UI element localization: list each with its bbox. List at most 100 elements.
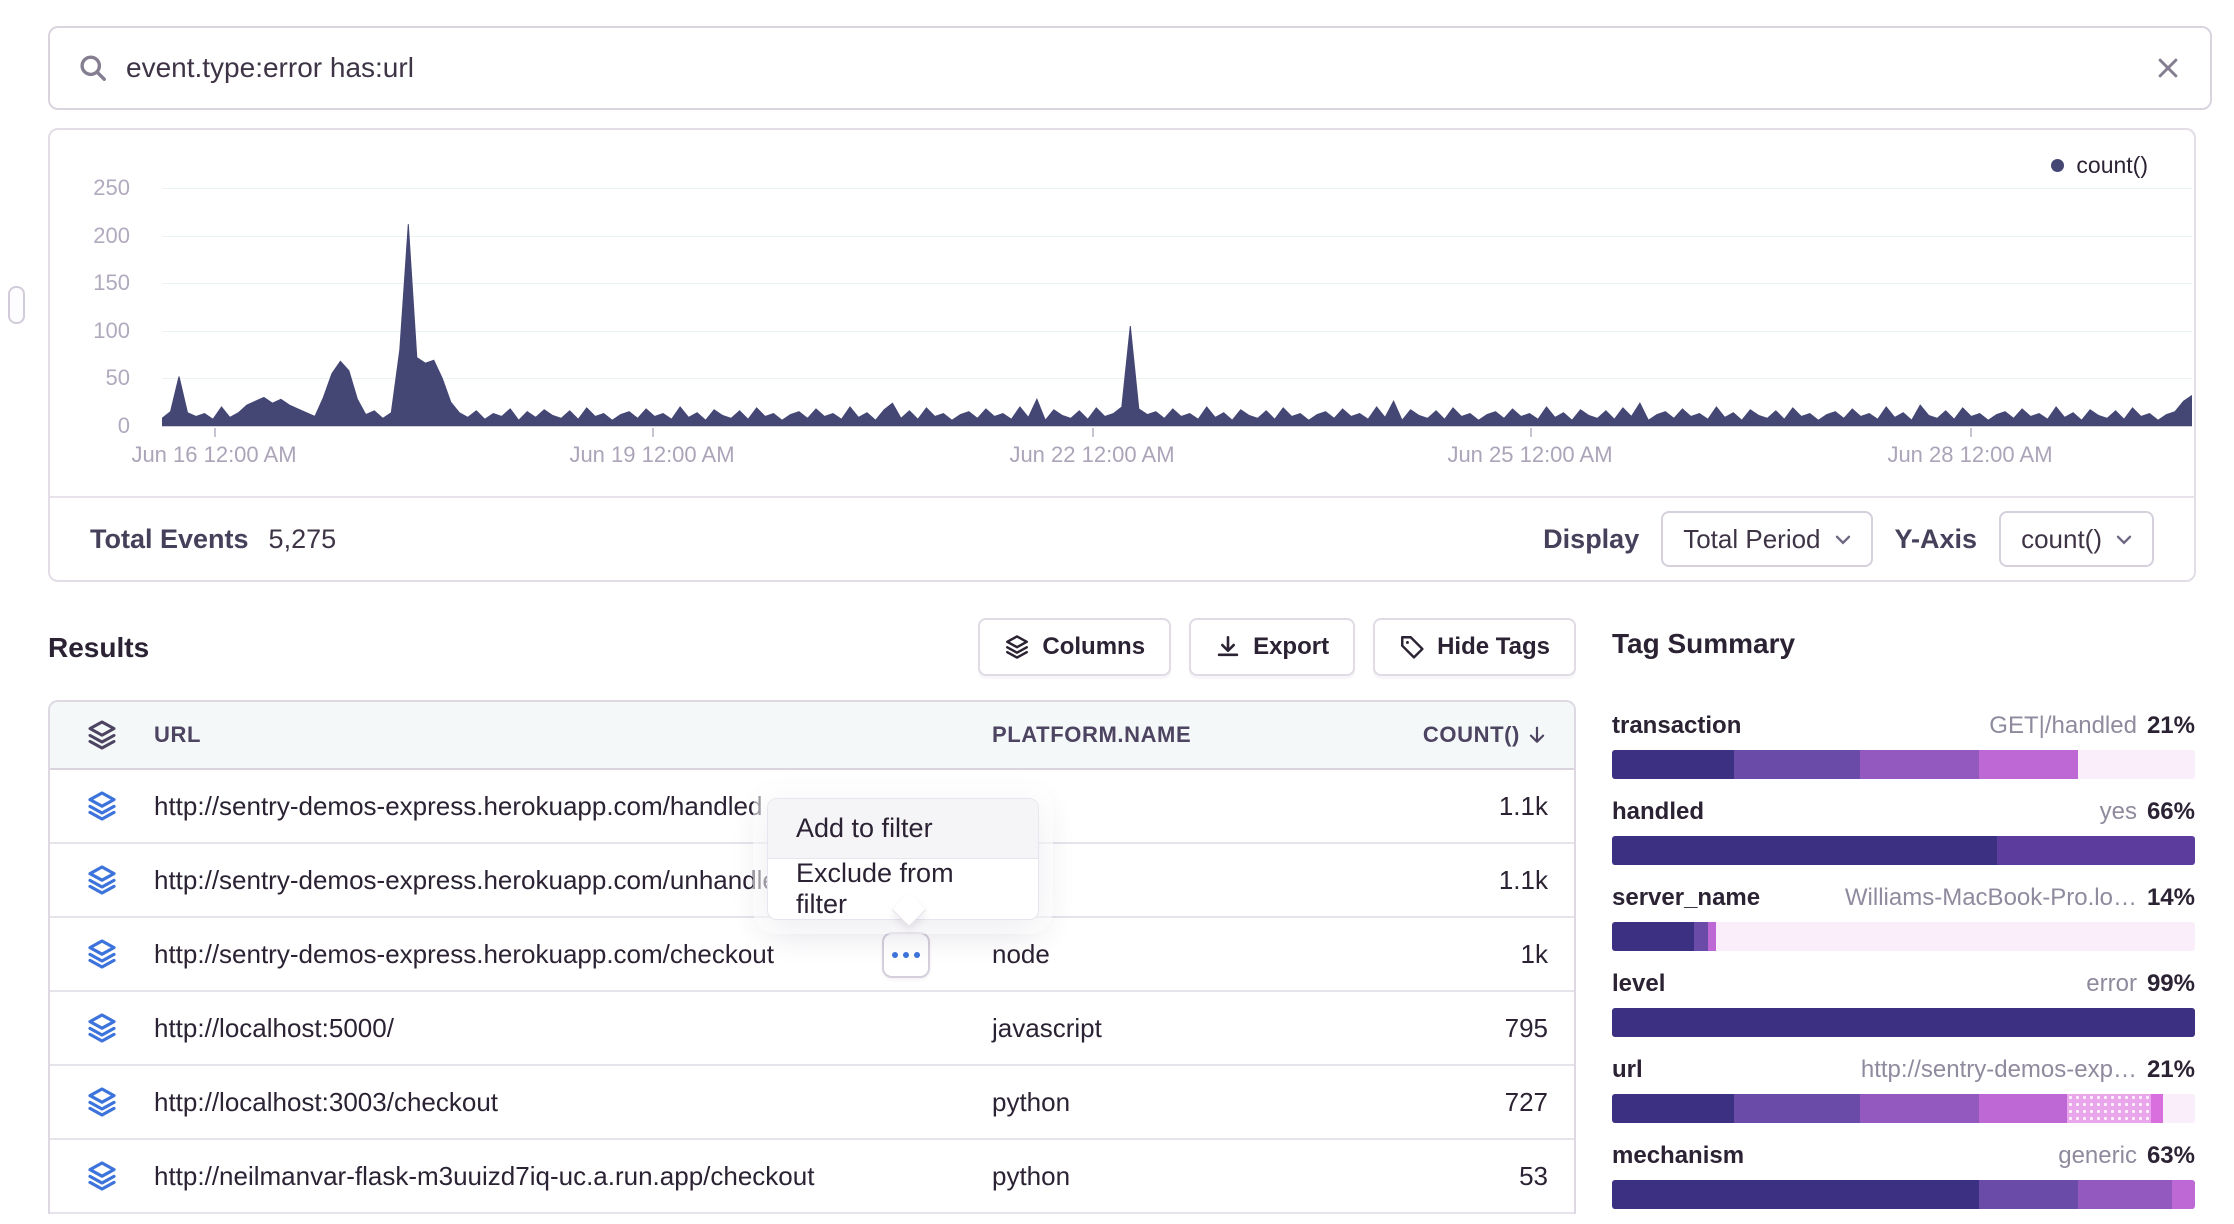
yaxis-label: Y-Axis bbox=[1895, 524, 1978, 555]
add-to-filter-menu-item[interactable]: Add to filter bbox=[768, 799, 1038, 859]
tag-percentage: 21% bbox=[2147, 1056, 2195, 1084]
tag-distribution-bar[interactable] bbox=[1612, 836, 2195, 865]
results-table: URL PLATFORM.NAME COUNT() http://sentry-… bbox=[48, 700, 1576, 1214]
platform-cell: python bbox=[992, 1087, 1352, 1118]
tag-name[interactable]: server_name bbox=[1612, 884, 1760, 912]
tag-row-url: url http://sentry-demos-exp… 21% bbox=[1612, 1056, 2195, 1123]
total-events-value: 5,275 bbox=[269, 524, 337, 555]
tag-name[interactable]: level bbox=[1612, 970, 1665, 998]
events-chart-panel: count() 050100150200250 Jun 16 12:00 AMJ… bbox=[48, 128, 2196, 582]
tag-top-value: GET|/handled bbox=[1989, 712, 2137, 740]
count-cell-value: 1.1k bbox=[1352, 791, 1548, 822]
tag-head: mechanismgeneric63% bbox=[1612, 1142, 2195, 1170]
url-cell[interactable]: http://localhost:5000/ bbox=[154, 1013, 992, 1044]
search-clear-button[interactable] bbox=[2154, 54, 2182, 82]
cell-context-menu: Add to filterExclude from filter bbox=[767, 798, 1039, 920]
table-row[interactable]: http://sentry-demos-express.herokuapp.co… bbox=[50, 918, 1574, 992]
platform-cell: node bbox=[992, 939, 1352, 970]
tag-bar-segment bbox=[1694, 922, 1709, 951]
hide-tags-button[interactable]: Hide Tags bbox=[1373, 618, 1576, 676]
tag-icon bbox=[1399, 634, 1425, 660]
tag-percentage: 63% bbox=[2147, 1142, 2195, 1170]
export-icon bbox=[1215, 634, 1241, 660]
x-tick-label: Jun 28 12:00 AM bbox=[1860, 442, 2080, 468]
search-query[interactable]: event.type:error has:url bbox=[126, 52, 2154, 84]
stack-icon bbox=[50, 1160, 154, 1192]
tag-bar-segment bbox=[2151, 1094, 2163, 1123]
yaxis-select[interactable]: count() bbox=[1999, 511, 2154, 567]
tag-bar-segment bbox=[1979, 750, 2078, 779]
y-tick-label: 250 bbox=[66, 175, 130, 201]
stack-icon bbox=[1004, 634, 1030, 660]
export-button[interactable]: Export bbox=[1189, 618, 1355, 676]
x-tick-label: Jun 22 12:00 AM bbox=[982, 442, 1202, 468]
stack-icon bbox=[50, 1086, 154, 1118]
url-cell[interactable]: http://neilmanvar-flask-m3uuizd7iq-uc.a.… bbox=[154, 1161, 992, 1192]
count-cell-value: 53 bbox=[1352, 1161, 1548, 1192]
tag-row-server_name: server_nameWilliams-MacBook-Pro.lo…14% bbox=[1612, 884, 2195, 951]
column-header-url[interactable]: URL bbox=[154, 722, 992, 748]
tag-name[interactable]: mechanism bbox=[1612, 1142, 1744, 1170]
tag-name[interactable]: url bbox=[1612, 1056, 1643, 1084]
url-cell[interactable]: http://sentry-demos-express.herokuapp.co… bbox=[154, 939, 992, 970]
column-header-platform[interactable]: PLATFORM.NAME bbox=[992, 722, 1352, 748]
tag-bar-segment bbox=[1860, 1094, 1980, 1123]
tag-name[interactable]: transaction bbox=[1612, 712, 1741, 740]
stack-icon bbox=[50, 938, 154, 970]
tag-head: transactionGET|/handled21% bbox=[1612, 712, 2195, 740]
panel-drag-handle[interactable] bbox=[8, 286, 25, 324]
tag-bar-segment bbox=[2163, 1094, 2195, 1123]
tag-distribution-bar[interactable] bbox=[1612, 1094, 2195, 1123]
tag-distribution-bar[interactable] bbox=[1612, 750, 2195, 779]
tag-distribution-bar[interactable] bbox=[1612, 922, 2195, 951]
count-cell-value: 727 bbox=[1352, 1087, 1548, 1118]
x-tick-mark bbox=[1092, 428, 1094, 437]
chart-footer: Total Events 5,275 Display Total Period … bbox=[50, 496, 2194, 580]
tag-name[interactable]: handled bbox=[1612, 798, 1704, 826]
stack-icon bbox=[50, 864, 154, 896]
sort-desc-icon bbox=[1526, 724, 1548, 746]
y-tick-label: 100 bbox=[66, 318, 130, 344]
display-select[interactable]: Total Period bbox=[1661, 511, 1872, 567]
tag-percentage: 99% bbox=[2147, 970, 2195, 998]
tag-bar-segment bbox=[1716, 922, 2195, 951]
table-row[interactable]: http://localhost:3003/checkoutpython727 bbox=[50, 1066, 1574, 1140]
count-series bbox=[162, 224, 2192, 426]
tag-distribution-bar[interactable] bbox=[1612, 1008, 2195, 1037]
table-row[interactable]: http://neilmanvar-flask-m3uuizd7iq-uc.a.… bbox=[50, 1140, 1574, 1214]
tag-distribution-bar[interactable] bbox=[1612, 1180, 2195, 1209]
columns-button[interactable]: Columns bbox=[978, 618, 1171, 676]
tag-top-value: http://sentry-demos-exp… bbox=[1861, 1056, 2137, 1084]
stack-icon bbox=[50, 790, 154, 822]
tag-bar-segment bbox=[1612, 1008, 2195, 1037]
table-row[interactable]: http://localhost:5000/javascript795 bbox=[50, 992, 1574, 1066]
tag-bar-segment bbox=[1612, 922, 1694, 951]
tag-bar-segment bbox=[1612, 750, 1734, 779]
cell-actions-button[interactable] bbox=[882, 932, 930, 978]
column-header-count[interactable]: COUNT() bbox=[1352, 722, 1548, 748]
tag-bar-segment bbox=[1734, 750, 1859, 779]
tag-bar-segment bbox=[2172, 1180, 2195, 1209]
platform-cell: javascript bbox=[992, 1013, 1352, 1044]
y-tick-label: 150 bbox=[66, 270, 130, 296]
x-tick-label: Jun 25 12:00 AM bbox=[1420, 442, 1640, 468]
table-header-row: URL PLATFORM.NAME COUNT() bbox=[50, 702, 1574, 770]
x-tick-mark bbox=[1530, 428, 1532, 437]
count-cell-value: 795 bbox=[1352, 1013, 1548, 1044]
button-label: Columns bbox=[1042, 633, 1145, 661]
url-cell[interactable]: http://localhost:3003/checkout bbox=[154, 1087, 992, 1118]
results-toolbar: Columns Export Hide Tags bbox=[48, 618, 1576, 676]
tag-bar-segment bbox=[2078, 1180, 2171, 1209]
legend-dot-icon bbox=[2051, 159, 2064, 172]
y-tick-label: 200 bbox=[66, 223, 130, 249]
total-events-label: Total Events bbox=[90, 524, 249, 555]
search-bar[interactable]: event.type:error has:url bbox=[48, 26, 2212, 110]
tag-head: levelerror99% bbox=[1612, 970, 2195, 998]
tag-percentage: 14% bbox=[2147, 884, 2195, 912]
tag-top-value: yes bbox=[2100, 798, 2137, 826]
tag-bar-segment bbox=[1612, 836, 1997, 865]
events-area-chart[interactable] bbox=[162, 172, 2192, 426]
yaxis-value: count() bbox=[2021, 524, 2102, 555]
y-tick-label: 50 bbox=[66, 365, 130, 391]
tag-percentage: 66% bbox=[2147, 798, 2195, 826]
